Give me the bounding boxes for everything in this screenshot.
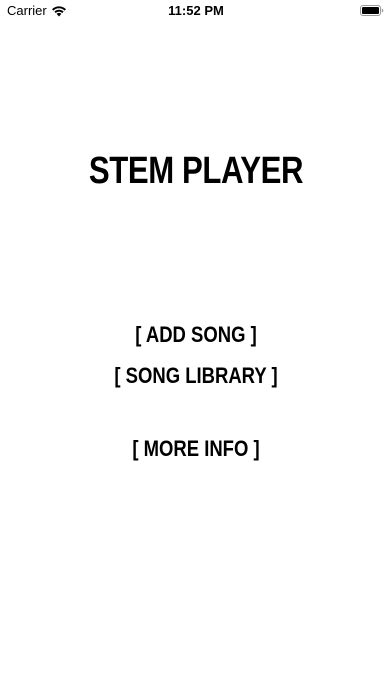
app-title: STEM PLAYER <box>88 150 304 192</box>
add-song-button[interactable]: [ ADD SONG ] <box>31 321 360 349</box>
status-bar: Carrier 11:52 PM <box>0 0 392 22</box>
status-time: 11:52 PM <box>168 3 224 18</box>
song-library-button[interactable]: [ SONG LIBRARY ] <box>31 362 360 390</box>
more-info-button[interactable]: [ MORE INFO ] <box>31 435 360 463</box>
battery-icon <box>360 5 384 16</box>
